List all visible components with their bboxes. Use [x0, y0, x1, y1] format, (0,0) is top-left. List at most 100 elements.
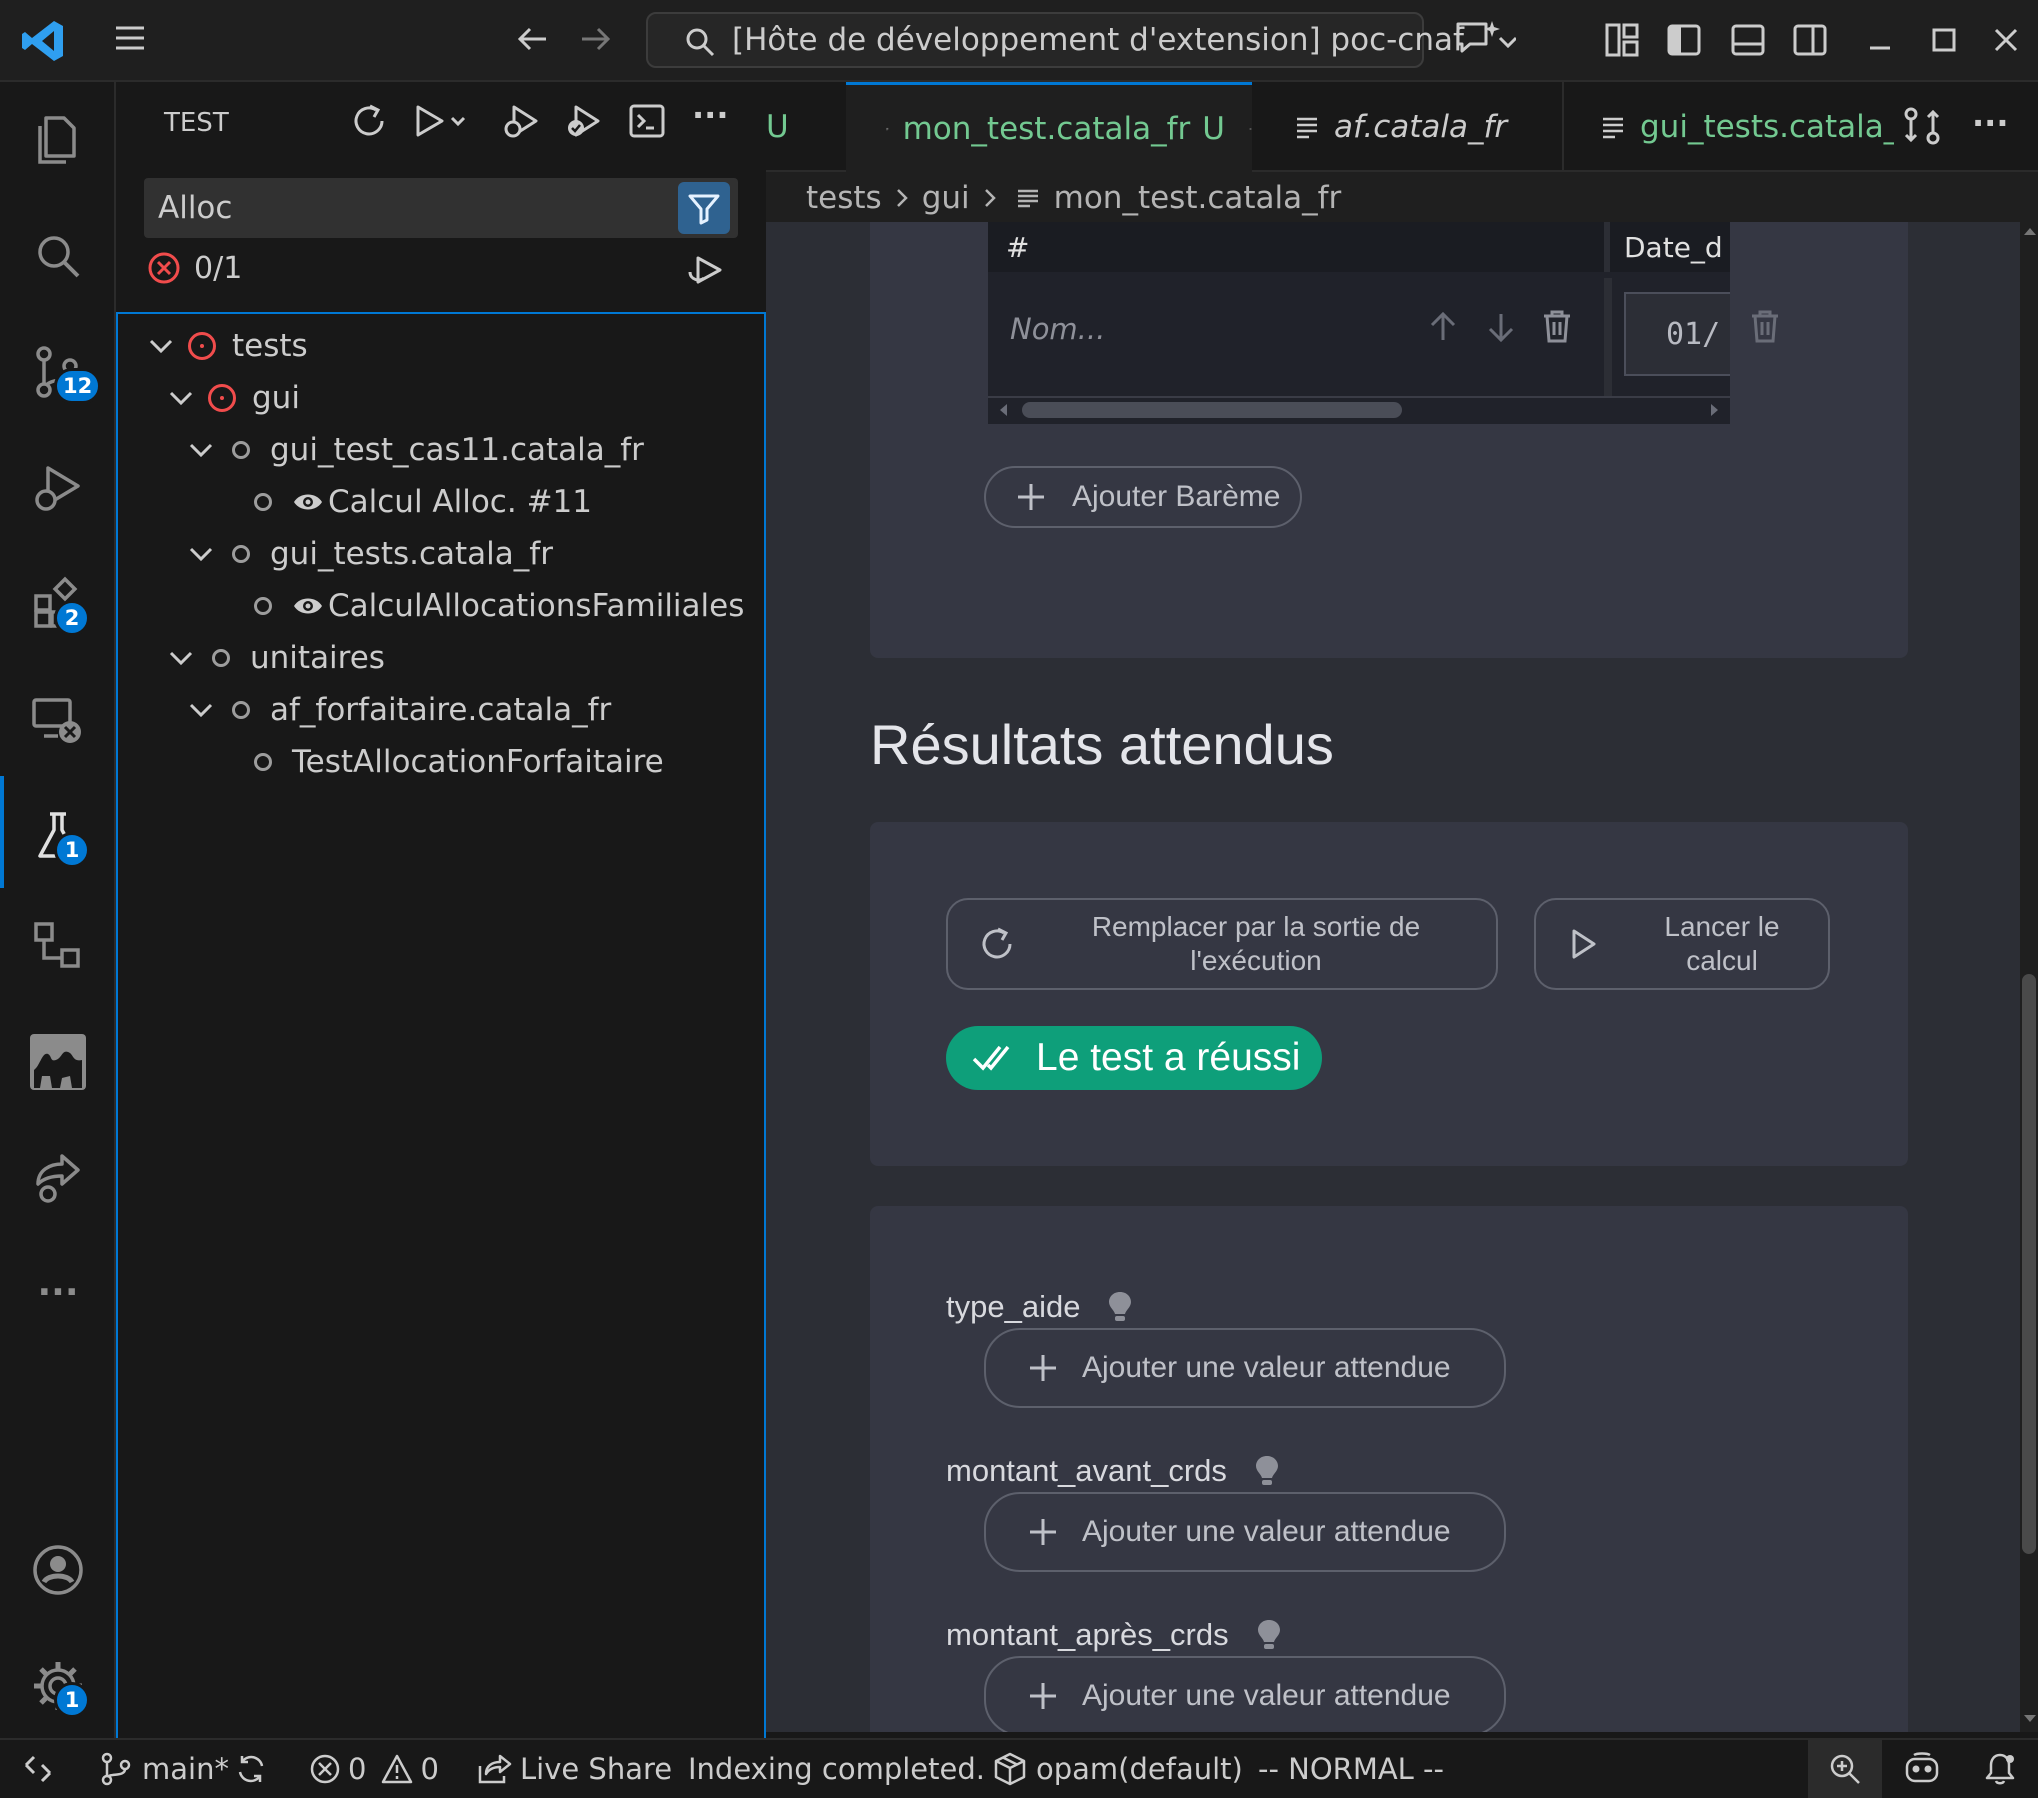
toggle-panel-icon[interactable]: [1730, 22, 1766, 58]
unset-status-icon: [254, 753, 272, 771]
extensions-badge: 2: [54, 600, 90, 636]
scrollbar-thumb[interactable]: [1022, 402, 1402, 418]
tree-item-label: TestAllocationForfaitaire: [292, 744, 664, 780]
copilot-icon[interactable]: [1902, 1740, 1942, 1798]
run-calculation-button[interactable]: Lancer le calcul: [1534, 898, 1830, 990]
tree-item-gui[interactable]: gui: [166, 372, 300, 424]
more-views-icon[interactable]: ···: [18, 1252, 98, 1332]
sync-icon[interactable]: [234, 1740, 268, 1798]
tab-mon-test[interactable]: mon_test.catala_fr U: [846, 82, 1252, 172]
tree-item-gui-test-cas11[interactable]: gui_test_cas11.catala_fr: [186, 424, 644, 476]
git-branch[interactable]: main*: [98, 1740, 229, 1798]
error-status-icon: [188, 332, 216, 360]
forward-arrow-icon[interactable]: [578, 22, 612, 56]
refresh-icon: [982, 927, 1012, 959]
plus-icon: [1030, 1519, 1056, 1545]
compare-changes-icon[interactable]: [1902, 106, 1942, 146]
scrollbar-thumb[interactable]: [2022, 974, 2036, 1554]
replace-with-output-button[interactable]: Remplacer par la sortie de l'exécution: [946, 898, 1498, 990]
scroll-left-icon[interactable]: [996, 402, 1012, 418]
account-icon[interactable]: [18, 1530, 98, 1610]
flow-diagram-icon[interactable]: [18, 906, 98, 986]
minimize-icon[interactable]: [1862, 22, 1898, 58]
opam-label: opam(default): [1036, 1752, 1243, 1786]
remote-indicator-icon[interactable]: [20, 1740, 56, 1798]
breadcrumb-item[interactable]: mon_test.catala_fr: [1054, 180, 1342, 216]
scroll-up-icon[interactable]: [2022, 224, 2038, 238]
scroll-down-icon[interactable]: [2022, 1712, 2038, 1726]
settings-gear-icon[interactable]: 1: [18, 1646, 98, 1726]
customize-layout-icon[interactable]: [1604, 22, 1640, 58]
maximize-icon[interactable]: [1926, 22, 1962, 58]
extensions-icon[interactable]: 2: [18, 564, 98, 644]
tree-item-label: unitaires: [250, 640, 385, 676]
tab-partial[interactable]: U: [766, 82, 844, 172]
show-output-icon[interactable]: [628, 102, 666, 140]
command-center-search[interactable]: [Hôte de développement d'extension] poc-…: [646, 12, 1464, 68]
add-expected-value-button[interactable]: Ajouter une valeur attendue: [984, 1328, 1506, 1408]
opam-switch[interactable]: opam(default): [992, 1740, 1243, 1798]
remote-explorer-icon[interactable]: [18, 680, 98, 760]
filter-input[interactable]: Alloc: [144, 178, 738, 238]
run-label: Lancer le calcul: [1664, 911, 1780, 976]
menu-icon[interactable]: [112, 20, 148, 56]
tree-item-label: CalculAllocationsFamiliales: [328, 588, 745, 624]
tab-gui-tests[interactable]: gui_tests.catala_fr: [1566, 82, 1894, 172]
editor-vertical-scrollbar[interactable]: [2020, 222, 2038, 1732]
chevron-down-icon: [189, 547, 213, 562]
add-bareme-button[interactable]: Ajouter Barème: [984, 466, 1302, 528]
delete-row-icon[interactable]: [1540, 308, 1574, 344]
tree-item-gui-tests[interactable]: gui_tests.catala_fr: [186, 528, 553, 580]
back-arrow-icon[interactable]: [516, 22, 550, 56]
explorer-icon[interactable]: [18, 100, 98, 180]
zoom-icon[interactable]: [1808, 1740, 1882, 1798]
tree-item-calcul-alloc-11[interactable]: Calcul Alloc. #11: [254, 476, 592, 528]
tab-af[interactable]: af.catala_fr: [1254, 82, 1564, 172]
error-circle-icon: [148, 252, 180, 284]
copilot-chat-button[interactable]: [1452, 18, 1516, 60]
move-down-icon[interactable]: [1484, 310, 1518, 344]
tree-item-unitaires[interactable]: unitaires: [166, 632, 385, 684]
toggle-secondary-sidebar-icon[interactable]: [1792, 22, 1828, 58]
live-share-status[interactable]: Live Share: [476, 1740, 672, 1798]
camel-ocaml-icon[interactable]: [18, 1022, 98, 1102]
tree-item-test-allocation-forfaitaire[interactable]: TestAllocationForfaitaire: [254, 736, 664, 788]
add-expected-value-button[interactable]: Ajouter une valeur attendue: [984, 1492, 1506, 1572]
tree-item-af-forfaitaire[interactable]: af_forfaitaire.catala_fr: [186, 684, 611, 736]
add-expected-value-button[interactable]: Ajouter une valeur attendue: [984, 1656, 1506, 1732]
lightbulb-icon[interactable]: [1253, 1453, 1281, 1489]
problems-summary[interactable]: 0 0: [308, 1740, 439, 1798]
debug-tests-icon[interactable]: [502, 102, 540, 140]
name-input[interactable]: Nom...: [1010, 312, 1105, 346]
live-share-icon[interactable]: [18, 1138, 98, 1218]
breadcrumb-item[interactable]: tests: [806, 180, 882, 216]
tree-item-calcul-allocations-familiales[interactable]: CalculAllocationsFamiliales: [254, 580, 744, 632]
scroll-right-icon[interactable]: [1706, 402, 1722, 418]
close-tab-icon[interactable]: [1249, 114, 1252, 144]
sidebar-more-icon[interactable]: ···: [692, 96, 728, 134]
source-control-icon[interactable]: 12: [18, 332, 102, 412]
date-input[interactable]: 01/: [1624, 292, 1730, 376]
close-window-icon[interactable]: [1988, 22, 2024, 58]
notifications-bell-icon[interactable]: [1982, 1740, 2018, 1798]
tree-item-tests[interactable]: tests: [146, 320, 308, 372]
breadcrumb-item[interactable]: gui: [922, 180, 970, 216]
rerun-failed-icon[interactable]: [686, 250, 724, 288]
run-debug-icon[interactable]: [18, 448, 98, 528]
run-with-coverage-icon[interactable]: [564, 102, 602, 140]
testing-icon[interactable]: 1: [18, 796, 98, 876]
run-tests-icon[interactable]: [412, 102, 472, 140]
filter-toggle-button[interactable]: [678, 182, 730, 234]
plus-icon: [1030, 1355, 1056, 1381]
move-up-icon[interactable]: [1426, 310, 1460, 344]
table-header-hash: #: [988, 222, 1610, 272]
lightbulb-icon[interactable]: [1255, 1617, 1283, 1653]
search-activity-icon[interactable]: [18, 216, 98, 296]
lightbulb-icon[interactable]: [1106, 1289, 1134, 1325]
tab-more-icon[interactable]: ···: [1972, 104, 2008, 142]
unset-status-icon: [212, 649, 230, 667]
toggle-sidebar-icon[interactable]: [1666, 22, 1702, 58]
replace-label: Remplacer par la sortie de l'exécution: [1091, 911, 1421, 976]
delete-date-icon[interactable]: [1748, 308, 1782, 344]
refresh-tests-icon[interactable]: [350, 102, 388, 140]
